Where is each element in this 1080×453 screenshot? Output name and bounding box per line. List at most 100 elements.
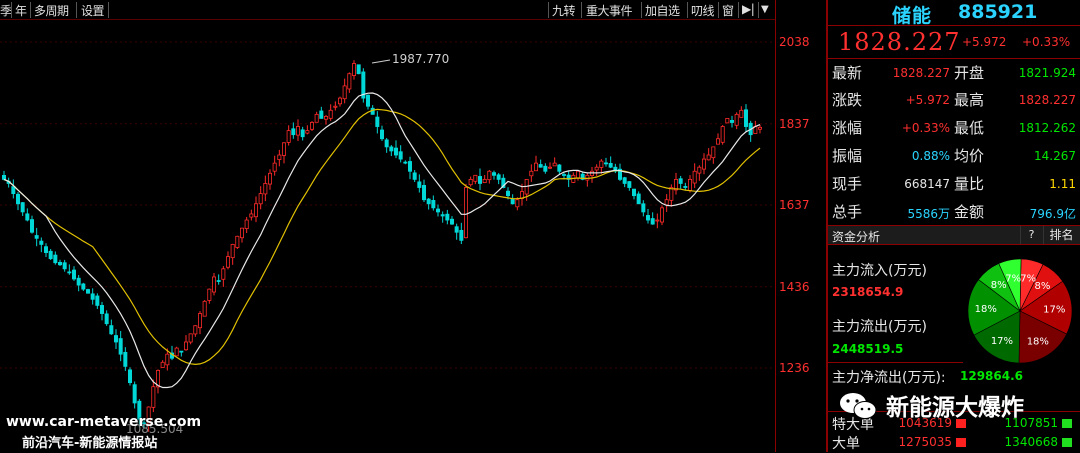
candle <box>706 148 711 161</box>
candle <box>11 179 16 199</box>
quote-value-total-volume: 5586万 <box>907 207 950 221</box>
candle <box>548 162 553 170</box>
candle <box>398 145 403 163</box>
candle <box>758 124 763 134</box>
chart-toolbar: 季 年 多周期 设置 九转 重大事件 加自选 叨线 窗 ▶| ▼ <box>0 0 775 20</box>
candle <box>100 301 105 321</box>
toolbar-divider <box>687 2 688 18</box>
candle <box>90 288 95 305</box>
y-tick-label: 1236 <box>779 361 810 375</box>
candle <box>225 251 230 270</box>
window-button[interactable]: 窗 <box>722 2 734 19</box>
candle <box>590 167 595 183</box>
candle <box>618 163 623 182</box>
wechat-account-watermark: 新能源大爆炸 <box>886 395 1024 421</box>
period-season-button[interactable]: 季 <box>0 2 12 19</box>
candle <box>72 266 77 281</box>
y-tick-label: 2038 <box>779 35 810 49</box>
candle <box>160 360 165 368</box>
quote-value-amount: 796.9亿 <box>1029 207 1076 221</box>
help-button[interactable]: ? <box>1020 226 1042 244</box>
peak-marker <box>371 59 391 64</box>
quote-value-change-pct: +0.33% <box>901 121 950 135</box>
dropdown-arrow-icon[interactable]: ▼ <box>761 4 769 15</box>
stock-name: 储能 <box>892 5 933 27</box>
candle <box>314 111 319 123</box>
candle <box>333 101 338 111</box>
candle <box>76 274 81 292</box>
multi-period-button[interactable]: 多周期 <box>34 2 69 19</box>
skip-end-icon[interactable]: ▶| <box>742 2 755 16</box>
major-events-button[interactable]: 重大事件 <box>586 2 633 19</box>
quote-label-change-pct: 涨幅 <box>832 119 863 137</box>
candle <box>379 125 384 142</box>
candlestick-chart[interactable] <box>0 20 775 452</box>
add-watchlist-button[interactable]: 加自选 <box>645 2 680 19</box>
candle <box>95 293 100 309</box>
price-change: +5.972 <box>962 35 1007 49</box>
candle <box>538 159 543 168</box>
candle <box>585 172 590 187</box>
main-outflow-value: 2448519.5 <box>832 342 904 356</box>
candle <box>235 235 240 249</box>
price-change-percent: +0.33% <box>1022 35 1071 49</box>
candle <box>132 381 137 409</box>
period-year-button[interactable]: 年 <box>15 2 27 19</box>
candle <box>748 120 753 142</box>
candle <box>216 274 221 285</box>
pie-slice-label: 17% <box>1043 304 1065 315</box>
toolbar-divider <box>738 2 739 18</box>
candle <box>323 114 328 125</box>
quote-label-open: 开盘 <box>954 64 985 82</box>
site-name-watermark: 前沿汽车-新能源情报站 <box>22 436 158 451</box>
candle <box>725 118 730 124</box>
candle <box>636 191 641 205</box>
quote-value-open: 1821.924 <box>1018 66 1076 80</box>
candle <box>272 155 277 176</box>
draw-line-button[interactable]: 叨线 <box>691 2 715 19</box>
candle <box>193 325 198 337</box>
toolbar-divider <box>30 2 31 18</box>
quote-value-volume-ratio: 1.11 <box>1049 177 1076 191</box>
candle <box>151 379 156 413</box>
nine-turn-button[interactable]: 九转 <box>552 2 576 19</box>
candle <box>646 209 651 224</box>
candle <box>417 174 422 193</box>
rank-button[interactable]: 排名 <box>1043 226 1079 244</box>
candle <box>48 249 53 261</box>
candle <box>384 137 389 153</box>
candle <box>389 145 394 157</box>
fund-analysis-title[interactable]: 资金分析 <box>832 228 880 245</box>
candle <box>328 104 333 121</box>
candle <box>711 146 716 164</box>
settings-button[interactable]: 设置 <box>81 2 105 19</box>
candle <box>730 115 735 128</box>
candle <box>281 142 286 164</box>
candle <box>2 170 7 181</box>
candle <box>347 72 352 93</box>
price-axis-border <box>775 0 776 452</box>
candle <box>431 195 436 211</box>
candle <box>454 223 459 240</box>
quote-label-volume-ratio: 量比 <box>954 175 985 193</box>
pie-slice-label: 18% <box>1027 336 1049 347</box>
stock-code: 885921 <box>958 1 1038 23</box>
candle <box>263 175 268 202</box>
quote-label-amplitude: 振幅 <box>832 147 863 165</box>
large-buy-value: 1275035 <box>898 435 952 449</box>
candle <box>449 216 454 225</box>
main-inflow-label: 主力流入(万元) <box>832 263 927 279</box>
candle <box>720 125 725 145</box>
candle <box>249 209 254 221</box>
candle <box>291 122 296 139</box>
toolbar-divider <box>108 2 109 18</box>
candle <box>599 159 604 174</box>
candle <box>496 173 501 185</box>
candle <box>622 176 627 188</box>
candle <box>557 164 562 174</box>
quote-value-current-volume: 668147 <box>904 177 950 191</box>
candle <box>613 163 618 174</box>
candle <box>267 169 272 190</box>
candle <box>239 227 244 243</box>
candle <box>393 140 398 159</box>
